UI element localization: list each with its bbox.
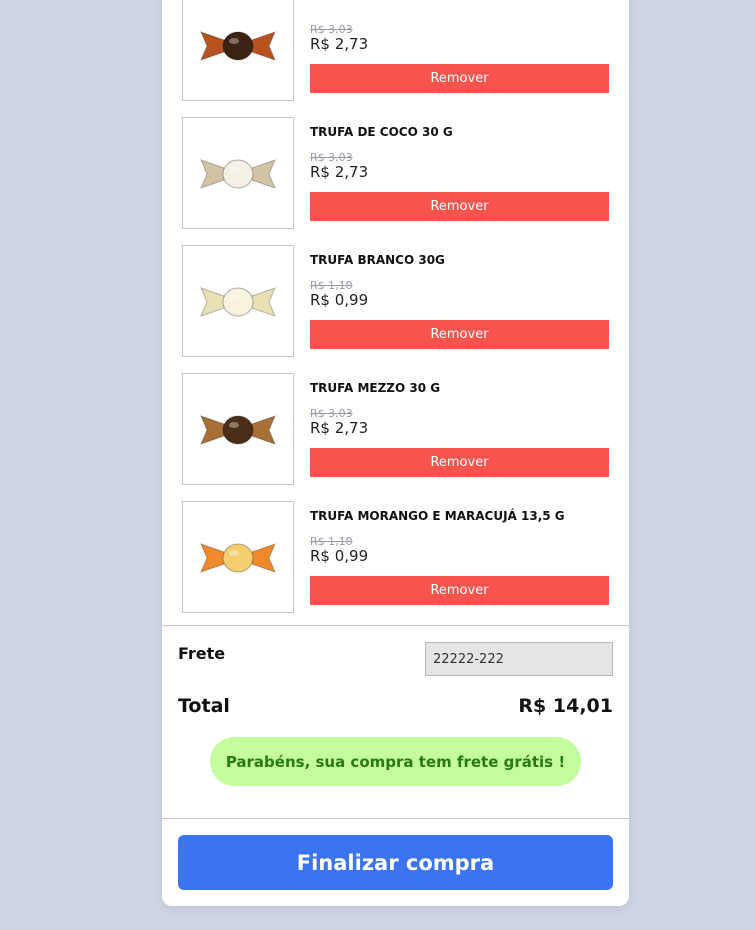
cep-input[interactable] [425, 642, 613, 676]
white-truffle-icon [200, 287, 276, 317]
discount-price: R$ 2,73 [310, 419, 369, 437]
remove-button[interactable]: Remover [310, 64, 609, 93]
cart-item: TRUFA BRANCO 30G R$ 1,10 R$ 0,99 Remover [182, 245, 612, 357]
strawberry-passionfruit-truffle-icon [200, 543, 276, 573]
product-image [182, 373, 294, 485]
shipping-label: Frete [178, 644, 226, 663]
remove-button[interactable]: Remover [310, 448, 609, 477]
product-image [182, 501, 294, 613]
product-name: TRUFA DE COCO 30 G [310, 125, 453, 139]
discount-price: R$ 0,99 [310, 291, 369, 309]
remove-button[interactable]: Remover [310, 576, 609, 605]
total-value: R$ 14,01 [518, 695, 613, 717]
product-image [182, 0, 294, 101]
product-image [182, 245, 294, 357]
remove-button[interactable]: Remover [310, 320, 609, 349]
product-image [182, 117, 294, 229]
checkout-button[interactable]: Finalizar compra [178, 835, 613, 890]
coconut-truffle-icon [200, 159, 276, 189]
discount-price: R$ 2,73 [310, 35, 369, 53]
product-name: TRUFA MEZZO 30 G [310, 381, 441, 395]
section-divider [162, 625, 629, 626]
cart-item: TRUFA MEZZO 30 G R$ 3,03 R$ 2,73 Remover [182, 373, 612, 485]
discount-price: R$ 2,73 [310, 163, 369, 181]
total-label: Total [178, 695, 230, 717]
mezzo-truffle-icon [200, 415, 276, 445]
chocolate-truffle-icon [200, 31, 276, 61]
discount-price: R$ 0,99 [310, 547, 369, 565]
cart-item: TRUFA DE COCO 30 G R$ 3,03 R$ 2,73 Remov… [182, 117, 612, 229]
product-name: TRUFA BRANCO 30G [310, 253, 445, 267]
cart-card: R$ 3,03 R$ 2,73 Remover TRUFA DE COCO 30… [162, 0, 629, 906]
product-name: TRUFA MORANGO E MARACUJÁ 13,5 G [310, 509, 565, 523]
section-divider [162, 818, 629, 819]
remove-button[interactable]: Remover [310, 192, 609, 221]
free-shipping-badge: Parabéns, sua compra tem frete grátis ! [210, 737, 581, 786]
cart-item: R$ 3,03 R$ 2,73 Remover [182, 0, 612, 101]
cart-item: TRUFA MORANGO E MARACUJÁ 13,5 G R$ 1,10 … [182, 501, 612, 613]
